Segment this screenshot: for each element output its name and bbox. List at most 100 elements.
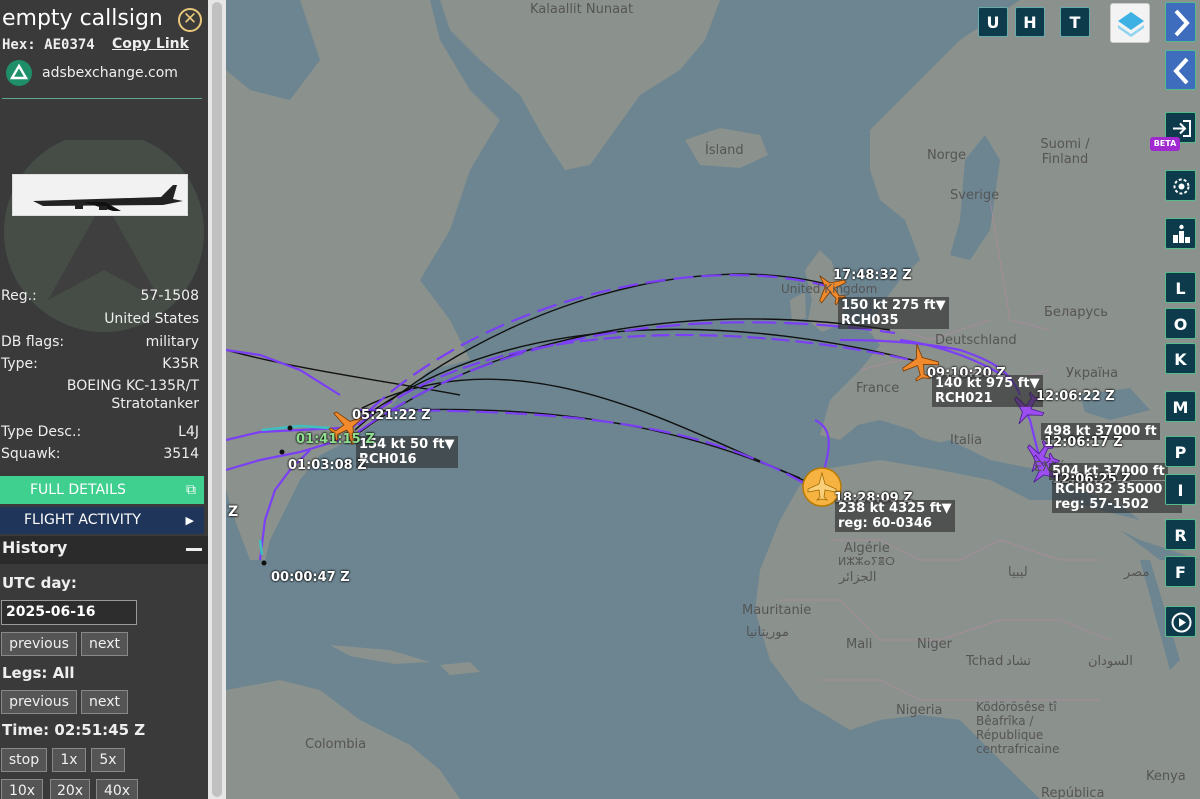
utc-day-label: UTC day: [2,574,77,592]
speed-10x-button[interactable]: 10x [1,779,43,799]
speed-5x-button[interactable]: 5x [91,748,125,772]
toggle-p-button[interactable]: P [1165,436,1196,467]
label-algeria: Algérie [844,541,890,556]
rch021-line2: RCH021 [935,391,993,406]
label-sweden: Sverige [950,188,1000,203]
label-drc: República [1041,786,1105,799]
watermark-logo-icon [4,140,204,332]
day-next-button[interactable]: next [81,632,128,656]
info-key: Type Desc.: [1,424,82,440]
toggle-i-button[interactable]: I [1165,474,1196,505]
toggle-r-button[interactable]: R [1165,519,1196,550]
info-value: United States [104,311,199,327]
hex-value: AE0374 [44,37,95,53]
sidebar-scrollbar[interactable] [208,0,226,799]
greece-c-line2: reg: 57-1502 [1055,497,1149,512]
land-hispaniola [440,662,480,675]
replay-icon [1171,612,1192,633]
leg-previous-button[interactable]: previous [1,690,77,714]
scrollbar-thumb[interactable] [212,2,222,797]
selected-label[interactable]: 238 kt 4325 ft▼ reg: 60-0346 [835,500,955,532]
full-details-label: FULL DETAILS [30,482,126,498]
label-libya: ليبيا [1008,565,1028,580]
hex-row: Hex: AE0374 [2,37,95,53]
label-algeria-ar: الجزائر [839,570,877,585]
toggle-h-button[interactable]: H [1015,7,1045,37]
label-chad-ar: تشاد [1006,654,1031,669]
leg-next-button[interactable]: next [81,690,128,714]
label-italy: Italia [950,433,983,448]
info-value: BOEING KC-135R/T [66,378,199,394]
rch035-label[interactable]: 150 kt 275 ft▼ RCH035 [838,297,949,329]
chevron-left-icon [1173,57,1189,85]
label-car: Ködörösêse tî Bêafrîka / République cent… [976,700,1060,756]
info-value: 57-1508 [140,288,200,304]
source-link[interactable]: adsbexchange.com [42,65,178,81]
label-uk: United Kingdom [781,282,878,296]
land-cuba [330,645,430,664]
stats-button[interactable] [1165,218,1196,249]
speed-20x-button[interactable]: 20x [50,779,90,799]
info-value: L4J [178,424,199,440]
track-time-0141: 01:41:15 Z [296,432,375,447]
track-dot [261,560,267,566]
label-finland: Suomi / Finland [1040,137,1090,167]
map-canvas[interactable]: Kalaallit Nunaat Ísland Norge Suomi / Fi… [226,0,1200,799]
label-norway: Norge [927,148,967,163]
history-header[interactable]: History [0,536,208,564]
rch035-line1: 150 kt 275 ft▼ [841,298,946,313]
divider [2,98,202,99]
chevron-right-icon [1174,9,1190,37]
toggle-m-button[interactable]: M [1165,391,1196,422]
speed-1x-button[interactable]: 1x [52,748,86,772]
day-previous-button[interactable]: previous [1,632,77,656]
time-label: Time: 02:51:45 Z [2,721,146,739]
flight-activity-button[interactable]: FLIGHT ACTIVITY ▶ [0,507,204,534]
toggle-f-button[interactable]: F [1165,556,1196,587]
selected-line1: 238 kt 4325 ft▼ [838,501,952,516]
replay-button[interactable] [1165,606,1196,637]
land-ireland [790,292,806,322]
rch021-label[interactable]: 140 kt 975 ft▼ RCH021 [932,375,1043,407]
collapse-left-button[interactable] [1165,50,1196,90]
label-greenland: Kalaallit Nunaat [530,2,634,17]
label-nigeria: Nigeria [896,703,943,718]
greece-b-time: 12:06:17 Z [1044,435,1123,450]
adsbexchange-logo-icon[interactable] [6,60,32,86]
close-icon[interactable]: ✕ [178,8,202,32]
layers-button[interactable] [1110,3,1150,43]
expand-right-button[interactable] [1165,2,1196,42]
toggle-o-button[interactable]: O [1165,308,1196,339]
info-value: military [145,334,199,350]
triangle-right-icon: ▶ [185,514,194,527]
stop-button[interactable]: stop [1,748,47,772]
rch035-time: 17:48:32 Z [833,268,912,283]
podium-icon [1173,224,1190,243]
info-value: Stratotanker [111,396,199,412]
track-time-0103: 01:03:08 Z [288,458,367,473]
toggle-l-button[interactable]: L [1165,272,1196,303]
track-dot [279,449,285,455]
selected-line2: reg: 60-0346 [838,516,932,531]
toggle-k-button[interactable]: K [1165,343,1196,374]
label-iceland: Ísland [705,143,744,158]
gear-icon [1173,178,1190,195]
speed-40x-button[interactable]: 40x [96,779,138,799]
toggle-u-button[interactable]: U [978,7,1008,37]
aircraft-photo[interactable] [12,174,188,216]
copy-link[interactable]: Copy Link [112,36,189,52]
collapse-icon[interactable] [186,548,202,551]
settings-button[interactable] [1165,170,1196,201]
full-details-button[interactable]: FULL DETAILS ⧉ [0,476,204,504]
label-kenya: Kenya [1146,769,1186,784]
callsign-title: empty callsign [2,6,163,31]
label-belarus: Беларусь [1044,305,1108,320]
utc-day-input[interactable]: 2025-06-16 [1,600,137,625]
label-algeria-tf: ⵍⵣⵣⴰⵢⴻⵔ [838,555,895,568]
greece-c-label[interactable]: RCH032 35000 ft reg: 57-1502 [1052,481,1182,513]
label-egypt: مصر [1124,565,1150,580]
hex-label: Hex: [2,37,36,53]
flight-activity-label: FLIGHT ACTIVITY [24,512,141,528]
toggle-t-button[interactable]: T [1060,7,1090,37]
rch016-line2: RCH016 [359,452,417,467]
